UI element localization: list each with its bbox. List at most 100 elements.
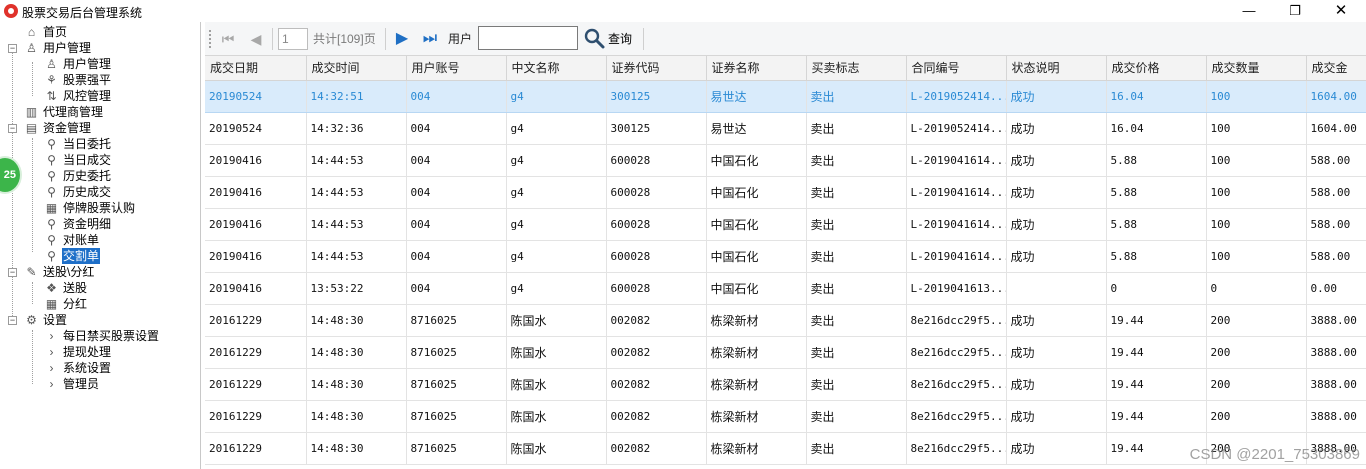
column-header[interactable]: 成交时间 <box>306 56 407 81</box>
column-header[interactable]: 证券名称 <box>706 56 807 81</box>
table-cell: 14:44:53 <box>306 176 407 209</box>
table-row[interactable]: 20161229 14:48:30 8716025 陈国水 002082 栋梁新材 卖出 8e… <box>205 304 1366 337</box>
table-cell: 栋梁新材 <box>706 400 807 433</box>
table-cell: 8716025 <box>406 368 507 401</box>
table-cell: 8716025 <box>406 400 507 433</box>
table-row[interactable]: 20190416 14:44:53 004 g4 600028 中国石化 卖出 L-20190… <box>205 240 1366 273</box>
table-cell: 20190416 <box>205 240 307 273</box>
table-cell: 100 <box>1206 176 1307 209</box>
column-header[interactable]: 成交日期 <box>205 56 307 81</box>
table-cell: 600028 <box>606 208 707 241</box>
table-row[interactable]: 20190416 14:44:53 004 g4 600028 中国石化 卖出 L-20190… <box>205 176 1366 209</box>
table-cell: 中国石化 <box>706 176 807 209</box>
table-cell: g4 <box>506 208 607 241</box>
table-cell: 陈国水 <box>506 304 607 337</box>
table-cell: 卖出 <box>806 208 907 241</box>
table-cell: 100 <box>1206 208 1307 241</box>
table-cell: 8716025 <box>406 432 507 465</box>
table-cell: 易世达 <box>706 80 807 113</box>
table-cell: 20190416 <box>205 272 307 305</box>
first-page-icon: ⏮ <box>221 31 235 47</box>
watermark: CSDN @2201_75303869 <box>1189 446 1360 463</box>
table-cell: 20161229 <box>205 368 307 401</box>
table-cell: g4 <box>506 112 607 145</box>
table-row[interactable]: 20190524 14:32:36 004 g4 300125 易世达 卖出 L-201905… <box>205 112 1366 145</box>
column-header[interactable]: 合同编号 <box>906 56 1007 81</box>
grid-icon: ▦ <box>45 297 58 311</box>
page-number-input[interactable] <box>278 28 308 50</box>
table-row[interactable]: 20161229 14:48:30 8716025 陈国水 002082 栋梁新材 卖出 8e… <box>205 400 1366 433</box>
table-cell: 中国石化 <box>706 144 807 177</box>
column-header[interactable]: 用户账号 <box>406 56 507 81</box>
column-header[interactable]: 成交金 <box>1306 56 1366 81</box>
gear-icon: ⚙ <box>26 313 37 327</box>
tree-connector <box>32 138 33 252</box>
maximize-button[interactable]: ❐ <box>1272 0 1318 22</box>
column-header[interactable]: 中文名称 <box>506 56 607 81</box>
table-cell: 600028 <box>606 176 707 209</box>
table-cell: 004 <box>406 144 507 177</box>
query-button[interactable]: 查询 <box>581 26 639 52</box>
table-cell: 16.04 <box>1106 80 1207 113</box>
search-icon: ⚲ <box>47 233 56 247</box>
column-header[interactable]: 状态说明 <box>1006 56 1107 81</box>
table-cell: 栋梁新材 <box>706 336 807 369</box>
notification-badge[interactable]: 25 <box>0 156 22 194</box>
table-cell: 002082 <box>606 368 707 401</box>
title-bar: 股票交易后台管理系统 — ❐ ✕ <box>0 0 1366 22</box>
next-page-button[interactable]: ▶ <box>391 29 413 49</box>
table-cell: g4 <box>506 80 607 113</box>
toolbar-grip[interactable] <box>209 30 212 48</box>
close-button[interactable]: ✕ <box>1318 0 1364 22</box>
table-cell: g4 <box>506 272 607 305</box>
table-cell: 成功 <box>1006 208 1107 241</box>
column-header[interactable]: 成交价格 <box>1106 56 1207 81</box>
table-cell: 成功 <box>1006 400 1107 433</box>
column-header[interactable]: 证券代码 <box>606 56 707 81</box>
table-cell: 20190524 <box>205 112 307 145</box>
table-row[interactable]: 20190524 14:32:51 004 g4 300125 易世达 卖出 L-201905… <box>205 80 1366 113</box>
last-page-button[interactable]: ⏭ <box>419 29 441 49</box>
table-cell: 8e216dcc29f5... <box>906 368 1007 401</box>
table-row[interactable]: 20190416 13:53:22 004 g4 600028 中国石化 卖出 L-20190… <box>205 272 1366 305</box>
table-cell: 14:48:30 <box>306 400 407 433</box>
column-header[interactable]: 成交数量 <box>1206 56 1307 81</box>
table-cell: 1604.00 <box>1306 80 1366 113</box>
last-page-icon: ⏭ <box>422 30 438 47</box>
search-icon: ⚲ <box>47 217 56 231</box>
user-filter-input[interactable] <box>478 26 578 50</box>
tree-connector <box>32 330 33 384</box>
table-cell: 1604.00 <box>1306 112 1366 145</box>
table-cell: 栋梁新材 <box>706 432 807 465</box>
table-cell: 20190524 <box>205 80 307 113</box>
previous-page-button[interactable]: ◀ <box>245 29 267 49</box>
table-cell: 栋梁新材 <box>706 368 807 401</box>
collapse-toggle-user-management[interactable]: − <box>8 44 17 53</box>
table-row[interactable]: 20161229 14:48:30 8716025 陈国水 002082 栋梁新材 卖出 8e… <box>205 336 1366 369</box>
minimize-button[interactable]: — <box>1226 0 1272 22</box>
table-cell: 20161229 <box>205 304 307 337</box>
table-cell: 成功 <box>1006 80 1107 113</box>
first-page-button[interactable]: ⏮ <box>217 29 239 49</box>
table-row[interactable]: 20161229 14:48:30 8716025 陈国水 002082 栋梁新材 卖出 8e… <box>205 368 1366 401</box>
table-cell: 002082 <box>606 304 707 337</box>
table-cell: 100 <box>1206 144 1307 177</box>
table-cell: g4 <box>506 240 607 273</box>
table-cell: 5.88 <box>1106 240 1207 273</box>
chevron-right-icon: › <box>49 377 54 391</box>
agent-icon: ▥ <box>25 105 38 119</box>
table-row[interactable]: 20190416 14:44:53 004 g4 600028 中国石化 卖出 L-20190… <box>205 208 1366 241</box>
table-row[interactable]: 20190416 14:44:53 004 g4 600028 中国石化 卖出 L-20190… <box>205 144 1366 177</box>
table-cell: 14:44:53 <box>306 208 407 241</box>
gift-icon: ❖ <box>46 281 57 295</box>
table-cell: 20161229 <box>205 336 307 369</box>
table-cell: 19.44 <box>1106 368 1207 401</box>
collapse-toggle-settings[interactable]: − <box>8 316 17 325</box>
collapse-toggle-bonus[interactable]: − <box>8 268 17 277</box>
table-cell: 200 <box>1206 336 1307 369</box>
collapse-toggle-funds[interactable]: − <box>8 124 17 133</box>
column-header[interactable]: 买卖标志 <box>806 56 907 81</box>
table-cell: 19.44 <box>1106 400 1207 433</box>
trades-table: 成交日期 成交时间 用户账号 中文名称 证券代码 证券名称 买卖标志 合同编号 状态说明 成交价格… <box>205 56 1366 469</box>
table-cell: 19.44 <box>1106 304 1207 337</box>
